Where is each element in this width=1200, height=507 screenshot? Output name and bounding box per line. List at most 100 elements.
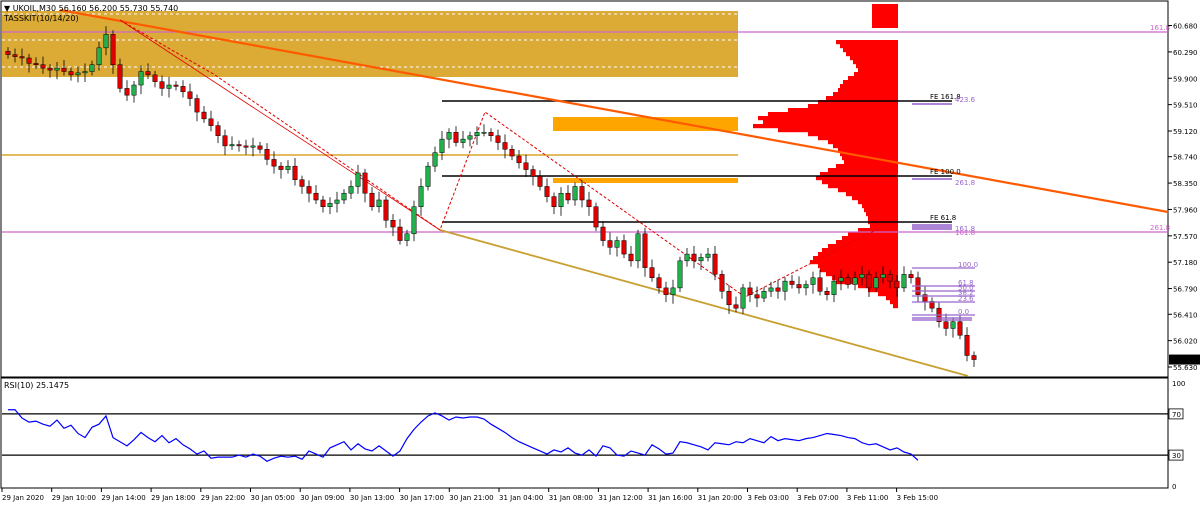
candle-body xyxy=(628,253,634,262)
price-tick-label: 57.180 xyxy=(1173,259,1198,267)
profile-bar xyxy=(836,40,898,45)
candle-body xyxy=(719,274,725,292)
profile-bar xyxy=(878,292,898,297)
profile-bar xyxy=(868,288,898,293)
candle-body xyxy=(201,111,207,120)
profile-bar xyxy=(828,184,898,189)
collapse-triangle-icon[interactable]: ▼ xyxy=(4,4,10,13)
candle-body xyxy=(362,172,368,194)
time-tick-label: 31 Jan 20:00 xyxy=(698,494,742,502)
candle-body xyxy=(782,280,788,292)
candle-body xyxy=(488,132,494,136)
candle-body xyxy=(649,267,655,278)
axis-layer: 60.680 60.290 59.900 59.510 59.120 58.740 58.3… xyxy=(1,23,1200,502)
profile-bar xyxy=(850,56,898,61)
time-tick-label: 30 Jan 13:00 xyxy=(350,494,394,502)
candle-body xyxy=(376,199,382,207)
candle-body xyxy=(670,287,676,295)
candle-body xyxy=(530,169,536,177)
profile-bar xyxy=(846,192,898,197)
profile-bar xyxy=(818,252,898,257)
profile-bar xyxy=(843,48,898,53)
fe-purple-label: 261.8 xyxy=(955,179,975,187)
time-tick-label: 3 Feb 03:00 xyxy=(748,494,789,502)
rsi-tick-label: 100 xyxy=(1172,380,1185,388)
profile-bar xyxy=(768,112,898,117)
profile-bar xyxy=(838,88,898,93)
candle-body xyxy=(306,186,312,194)
candle-body xyxy=(600,226,606,241)
candle-body xyxy=(236,144,242,147)
profile-bar xyxy=(872,24,898,28)
volume-profile xyxy=(753,4,898,309)
candle-body xyxy=(292,165,298,180)
candle-body xyxy=(943,321,949,329)
candle-body xyxy=(250,145,256,148)
profile-bar xyxy=(833,144,898,149)
candle-body xyxy=(880,274,886,278)
candle-body xyxy=(12,54,18,57)
time-tick-label: 29 Jan 22:00 xyxy=(201,494,245,502)
candle-body xyxy=(68,71,74,76)
candle-body xyxy=(152,74,158,82)
profile-bar xyxy=(840,84,898,89)
indicator-label: TASSKIT(10/14/20) xyxy=(4,14,79,23)
time-tick-label: 3 Feb 11:00 xyxy=(847,494,888,502)
magenta-label-lower: 261.8 xyxy=(1150,224,1170,232)
price-tick-label: 59.900 xyxy=(1173,75,1198,83)
time-tick-label: 30 Jan 05:00 xyxy=(251,494,295,502)
candle-body xyxy=(418,186,424,207)
profile-bar xyxy=(753,124,898,129)
fe-purple-bar xyxy=(912,103,952,105)
candle-body xyxy=(264,149,270,160)
candles xyxy=(5,26,977,367)
time-tick-label: 31 Jan 08:00 xyxy=(549,494,593,502)
price-chart[interactable]: 100.061.850.038.223.60.0FE 161.8423.6FE … xyxy=(0,0,1200,507)
candle-body xyxy=(369,192,375,207)
candle-body xyxy=(299,179,305,187)
fe-label: FE 100.0 xyxy=(930,168,961,176)
candle-body xyxy=(614,240,620,248)
candle-body xyxy=(642,233,648,268)
candle-body xyxy=(705,253,711,258)
fib-zone xyxy=(912,317,972,321)
profile-bar xyxy=(813,256,898,261)
profile-bar xyxy=(836,240,898,245)
profile-bar xyxy=(890,300,898,305)
candle-body xyxy=(229,144,235,147)
candle-body xyxy=(166,84,172,89)
time-tick-label: 30 Jan 17:00 xyxy=(400,494,444,502)
price-tick-label: 57.960 xyxy=(1173,206,1198,214)
candle-body xyxy=(866,274,872,289)
profile-bar xyxy=(808,104,898,109)
profile-bar xyxy=(818,264,898,269)
candle-body xyxy=(481,132,487,134)
time-tick-label: 3 Feb 07:00 xyxy=(797,494,838,502)
fe-purple-label: 423.6 xyxy=(955,96,976,104)
fe-purple-bar xyxy=(912,224,952,230)
candle-body xyxy=(964,334,970,356)
candle-body xyxy=(82,71,88,74)
candle-body xyxy=(159,81,165,89)
fib-level-label: 23.6 xyxy=(958,295,974,303)
candle-body xyxy=(26,57,32,64)
candle-body xyxy=(593,206,599,228)
rsi-panel-border xyxy=(0,377,1169,489)
candle-body xyxy=(831,280,837,295)
profile-bar xyxy=(810,260,898,265)
candle-body xyxy=(320,199,326,207)
candle-body xyxy=(775,287,781,292)
time-tick-label: 31 Jan 16:00 xyxy=(648,494,692,502)
candle-body xyxy=(789,280,795,285)
annotations-layer: 100.061.850.038.223.60.0FE 161.8423.6FE … xyxy=(912,24,1170,321)
candle-body xyxy=(894,280,900,289)
candle-body xyxy=(103,34,109,49)
candle-body xyxy=(754,294,760,299)
candle-body xyxy=(341,192,347,201)
candle-body xyxy=(761,291,767,299)
profile-bar xyxy=(833,92,898,97)
candle-body xyxy=(733,304,739,309)
fe-purple-bar xyxy=(912,178,952,180)
profile-bar xyxy=(864,208,898,213)
candle-body xyxy=(61,67,67,72)
